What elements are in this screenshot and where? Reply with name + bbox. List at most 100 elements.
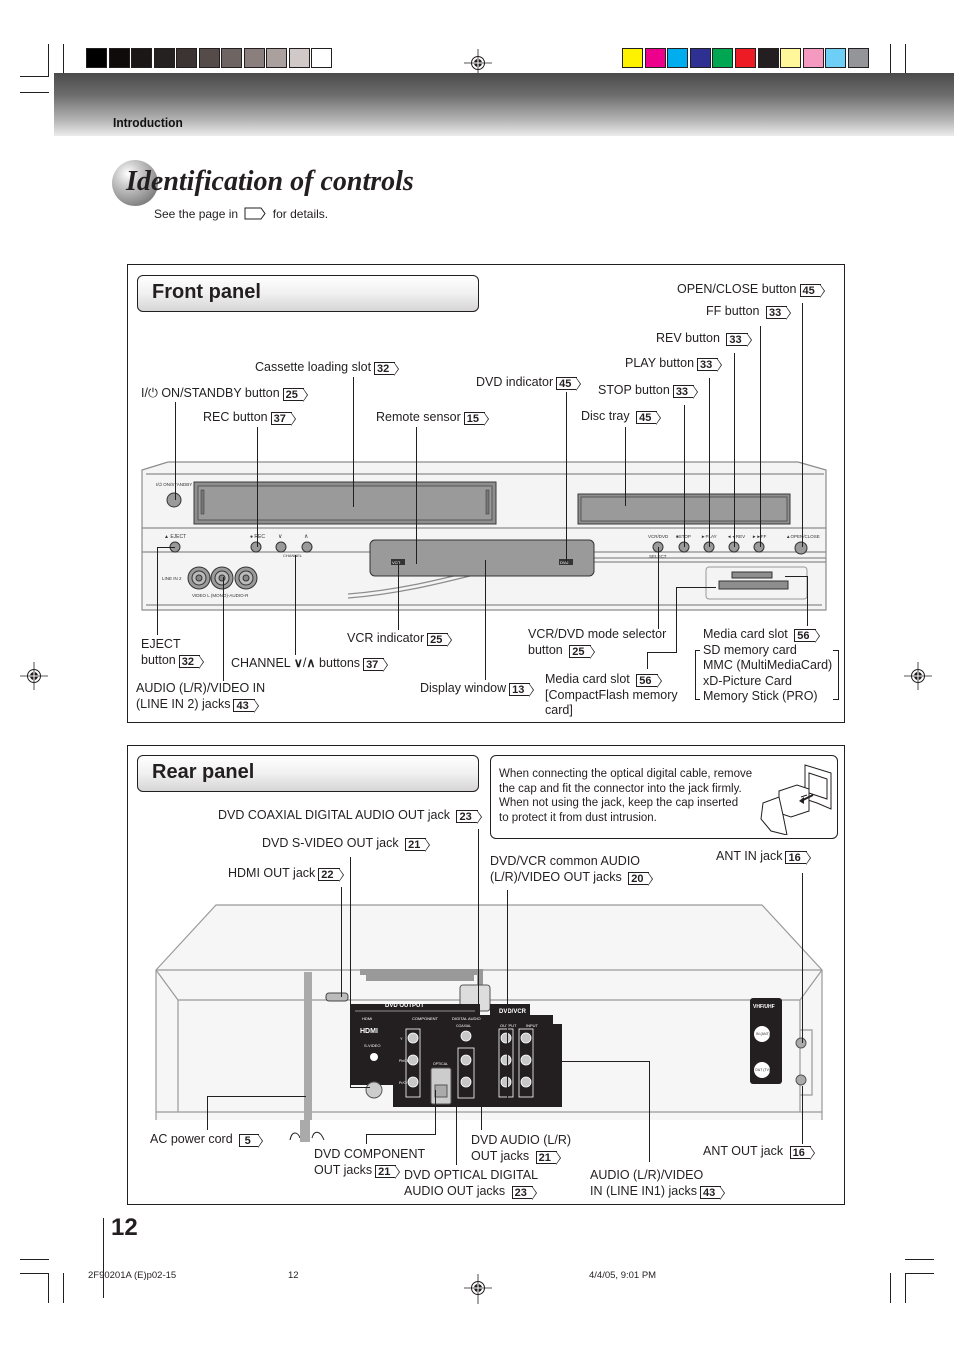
- label-text: OUT jacks: [314, 1162, 373, 1177]
- label-text: (L/R)/VIDEO OUT jacks: [490, 869, 622, 884]
- color-swatch: [689, 48, 711, 68]
- label-rec: REC button 37: [203, 410, 297, 426]
- label-ant-out: ANT OUT jack 16: [703, 1144, 816, 1160]
- line-in2-device-text: LINE IN 2: [162, 576, 182, 581]
- jacks-device-text: VIDEO L (MONO)-AUDIO-R: [192, 593, 249, 598]
- gray-swatch: [131, 48, 152, 68]
- section-label: Introduction: [113, 115, 183, 130]
- page-ref-badge: 43: [233, 698, 260, 713]
- note-line: When connecting the optical digital cabl…: [499, 768, 753, 780]
- page-ref-badge: 22: [318, 868, 344, 882]
- y-device-text: Y: [400, 1036, 403, 1041]
- page-ref-badge: 23: [511, 1185, 538, 1200]
- power-cord-icon: [289, 1120, 325, 1142]
- footer-timestamp: 4/4/05, 9:01 PM: [589, 1270, 657, 1281]
- label-stop: STOP button 33: [598, 383, 699, 399]
- pb-device-text: Pb/Cb: [399, 1059, 409, 1063]
- label-text: card]: [545, 703, 573, 717]
- gray-swatch: [288, 48, 310, 68]
- label-coaxial: DVD COAXIAL DIGITAL AUDIO OUT jack 23: [218, 808, 483, 824]
- color-swatch: [622, 48, 643, 68]
- color-swatch: [644, 48, 666, 68]
- page-ref-badge: 13: [509, 683, 535, 697]
- label-text: ANT IN jack: [716, 849, 783, 863]
- label-text: PLAY button: [625, 356, 695, 370]
- channel-down-button[interactable]: [275, 541, 287, 553]
- label-text: REC button: [203, 410, 268, 424]
- label-text: OPEN/CLOSE button: [677, 282, 797, 296]
- eject-device-text: ▲ EJECT: [164, 534, 186, 540]
- header-band: [54, 73, 954, 136]
- ff-button[interactable]: [753, 541, 765, 553]
- label-disc-tray: Disc tray 45: [581, 409, 662, 425]
- color-swatch: [735, 48, 756, 68]
- ch-down-device-text: ∨: [278, 534, 282, 540]
- label-on-standby: I/⏻ ON/STANDBY button 25: [141, 386, 309, 402]
- list-item: xD-Picture Card: [703, 673, 792, 688]
- input-device-text: INPUT: [526, 1023, 539, 1028]
- label-text: [CompactFlash memory: [545, 687, 678, 702]
- vcr-dvd-device-text: VCR/DVD: [648, 534, 669, 539]
- label-text: AUDIO (L/R)/VIDEO: [590, 1168, 704, 1182]
- s-video-jack: [365, 1081, 383, 1099]
- power-icon: I/⏻: [141, 386, 158, 400]
- output-device-text: OUTPUT: [500, 1023, 517, 1028]
- label-text: Display window: [420, 681, 507, 695]
- vcr-badge-device-text: VCR: [392, 560, 401, 565]
- label-text: Media card slot: [703, 627, 788, 641]
- label-channel: CHANNEL ∨/∧ buttons 37: [231, 656, 389, 672]
- page-ref-badge: 56: [636, 674, 662, 688]
- gray-swatch: [266, 48, 287, 68]
- footer-sheet: 12: [288, 1270, 299, 1281]
- component-device-text: COMPONENT: [412, 1016, 439, 1021]
- chevron-down-icon: ∨: [293, 656, 303, 670]
- page-ref-badge: 21: [405, 838, 431, 852]
- label-ant-in: ANT IN jack 16: [716, 849, 812, 865]
- ant-in-device-text: IN (ANT): [756, 1032, 770, 1036]
- page-ref-badge: 45: [636, 411, 662, 425]
- label-ac-cord: AC power cord 5: [150, 1132, 264, 1148]
- open-close-button[interactable]: [794, 541, 808, 555]
- registration-mark-icon: [20, 662, 48, 690]
- color-swatch: [780, 48, 802, 68]
- page-title: Identification of controls: [126, 166, 414, 197]
- list-item: Memory Stick (PRO): [703, 689, 818, 703]
- page-number: 12: [111, 1214, 138, 1241]
- list-item: MMC (MultiMediaCard): [703, 658, 833, 672]
- bracket: [695, 650, 696, 700]
- ch-up-device-text: ∧: [304, 534, 308, 540]
- label-display-window: Display window 13: [420, 681, 535, 697]
- label-text: Media card slot: [545, 672, 630, 686]
- page-ref-badge: 33: [697, 358, 723, 372]
- label-text: DVD AUDIO (L/R): [471, 1133, 572, 1147]
- ant-out-device-text: OUT (TV): [755, 1068, 770, 1072]
- label-open-close: OPEN/CLOSE button 45: [677, 282, 826, 298]
- note-line: the cap and fit the connector into the j…: [499, 782, 742, 795]
- color-swatch: [667, 48, 689, 68]
- page-ref-badge: 16: [785, 851, 812, 865]
- label-text: DVD/VCR common AUDIO: [490, 854, 641, 868]
- front-panel-heading: Front panel: [137, 275, 479, 312]
- page-ref-badge: 43: [699, 1185, 726, 1200]
- label-eject: EJECT button 32: [141, 637, 205, 669]
- channel-up-button[interactable]: [301, 541, 313, 553]
- page-reference-icon: [244, 207, 267, 220]
- svg-text:DVD/VCR: DVD/VCR: [499, 1009, 527, 1015]
- label-vcr-indicator: VCR indicator 25: [347, 631, 453, 647]
- rev-device-text: ◄◄REV: [727, 534, 745, 539]
- label-media-card-cf: Media card slot 56 [CompactFlash memory ca…: [545, 672, 678, 719]
- gray-swatch: [153, 48, 175, 68]
- channel-device-text: CHANNEL: [283, 553, 303, 558]
- dvd-output-device-text: DVD OUTPUT: [385, 1003, 424, 1009]
- label-text: STOP button: [598, 383, 670, 397]
- color-swatch: [712, 48, 734, 68]
- hdmi-device-text: HDMI: [362, 1016, 372, 1021]
- gray-swatch: [176, 48, 197, 68]
- rec-button[interactable]: [250, 541, 262, 553]
- note-line: to protect it from dust intrusion.: [499, 811, 657, 824]
- page-ref-badge: 21: [535, 1150, 562, 1165]
- gray-swatch: [86, 48, 107, 68]
- color-swatch: [825, 48, 847, 68]
- page-ref-badge: 5: [239, 1134, 264, 1148]
- label-line-in1: AUDIO (L/R)/VIDEO IN (LINE IN1) jacks 43: [590, 1168, 726, 1200]
